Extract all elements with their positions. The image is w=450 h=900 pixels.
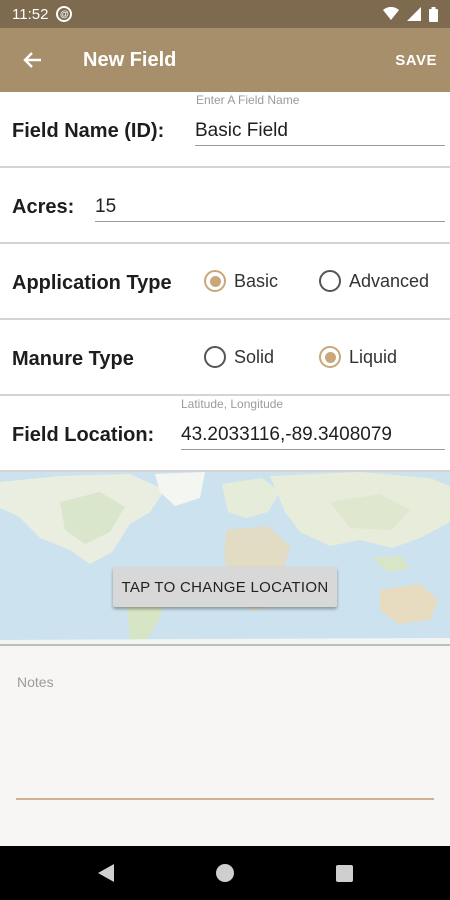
radio-checked-icon bbox=[204, 270, 226, 292]
location-map[interactable]: TAP TO CHANGE LOCATION bbox=[0, 472, 450, 646]
app-bar: New Field SAVE bbox=[0, 28, 450, 92]
signal-icon bbox=[407, 7, 421, 21]
arrow-back-icon bbox=[23, 52, 41, 68]
manure-type-row: Manure Type Solid Liquid bbox=[0, 320, 450, 396]
notification-icon: @ bbox=[56, 6, 73, 22]
back-button[interactable] bbox=[0, 28, 64, 92]
manure-type-label: Manure Type bbox=[12, 348, 134, 370]
notes-underline bbox=[16, 798, 434, 800]
save-button[interactable]: SAVE bbox=[395, 52, 437, 69]
field-location-row: Field Location: Latitude, Longitude 43.2… bbox=[0, 396, 450, 472]
acres-input[interactable]: 15 bbox=[95, 196, 445, 222]
field-name-label: Field Name (ID): bbox=[12, 120, 165, 142]
wifi-icon bbox=[383, 7, 399, 20]
system-nav-bar bbox=[0, 846, 450, 900]
radio-label: Basic bbox=[234, 270, 279, 291]
status-icons bbox=[383, 6, 438, 22]
battery-icon bbox=[429, 6, 438, 22]
field-location-input[interactable]: 43.2033116,-89.3408079 bbox=[181, 424, 445, 450]
home-nav-icon[interactable] bbox=[215, 864, 234, 882]
field-name-row: Field Name (ID): Enter A Field Name Basi… bbox=[0, 92, 450, 168]
radio-label: Advanced bbox=[349, 270, 430, 291]
notes-section: Notes bbox=[0, 648, 450, 846]
radio-label: Solid bbox=[234, 346, 275, 367]
back-nav-icon[interactable] bbox=[97, 864, 114, 882]
status-bar: 11:52 @ bbox=[0, 0, 450, 28]
change-location-button[interactable]: TAP TO CHANGE LOCATION bbox=[113, 567, 337, 607]
field-name-hint: Enter A Field Name bbox=[196, 93, 300, 107]
radio-unchecked-icon bbox=[319, 270, 341, 292]
application-type-basic-radio[interactable]: Basic bbox=[204, 270, 278, 292]
manure-type-liquid-radio[interactable]: Liquid bbox=[319, 346, 397, 368]
field-name-input[interactable]: Basic Field bbox=[195, 120, 445, 146]
application-type-label: Application Type bbox=[12, 272, 172, 294]
radio-label: Liquid bbox=[349, 346, 398, 367]
status-time: 11:52 bbox=[12, 5, 49, 23]
page-title: New Field bbox=[83, 48, 177, 71]
application-type-advanced-radio[interactable]: Advanced bbox=[319, 270, 429, 292]
world-map bbox=[0, 472, 450, 644]
field-location-hint: Latitude, Longitude bbox=[181, 397, 284, 411]
manure-type-solid-radio[interactable]: Solid bbox=[204, 346, 274, 368]
radio-checked-icon bbox=[319, 346, 341, 368]
radio-unchecked-icon bbox=[204, 346, 226, 368]
application-type-row: Application Type Basic Advanced bbox=[0, 244, 450, 320]
recents-nav-icon[interactable] bbox=[335, 864, 353, 882]
notes-input[interactable]: Notes bbox=[17, 674, 54, 690]
field-location-label: Field Location: bbox=[12, 424, 155, 446]
acres-row: Acres: 15 bbox=[0, 168, 450, 244]
acres-label: Acres: bbox=[12, 196, 75, 218]
